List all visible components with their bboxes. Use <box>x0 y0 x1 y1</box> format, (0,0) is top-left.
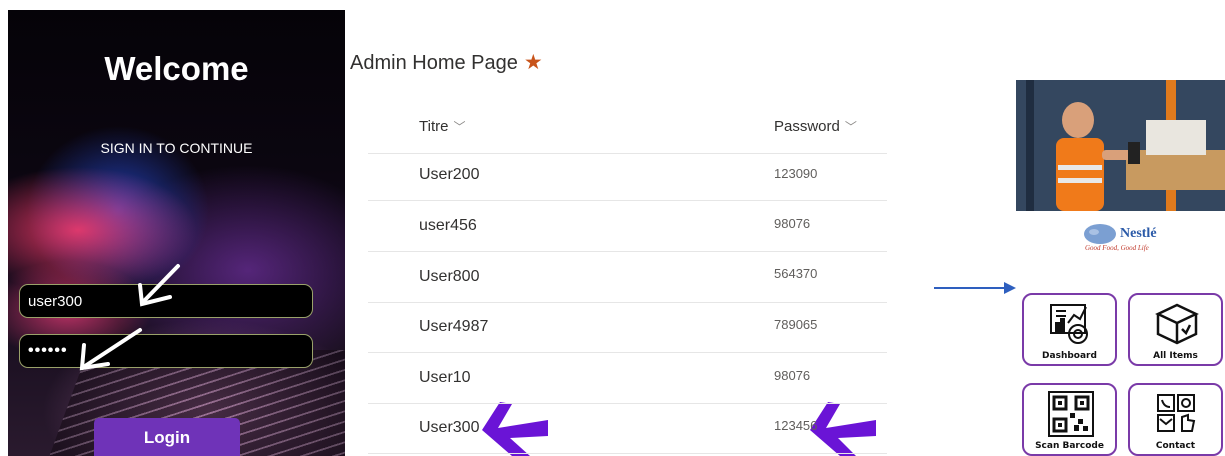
tile-label: Scan Barcode <box>1035 441 1104 451</box>
brand-tagline: Good Food, Good Life <box>1085 244 1149 252</box>
cell-password: 98076 <box>774 216 811 231</box>
page-title-text: Admin Home Page <box>350 52 518 74</box>
warehouse-worker-photo <box>1016 80 1225 211</box>
tile-label: Dashboard <box>1042 351 1097 361</box>
all-items-tile[interactable]: All Items <box>1128 293 1223 366</box>
login-button[interactable]: Login <box>94 418 240 456</box>
blue-pointer-arrow-icon <box>934 282 1016 294</box>
row-divider <box>368 153 887 154</box>
photo-illustration <box>1016 80 1225 211</box>
scan-barcode-tile[interactable]: Scan Barcode <box>1022 383 1117 456</box>
cell-title: User300 <box>419 419 480 436</box>
cell-password: 123456 <box>774 418 818 433</box>
cell-title: User10 <box>419 369 471 386</box>
tile-label: All Items <box>1153 351 1198 361</box>
cell-password: 123090 <box>774 166 818 181</box>
column-header-label: Titre <box>419 118 449 135</box>
row-divider <box>368 302 887 303</box>
cell-password: 564370 <box>774 266 818 281</box>
row-divider <box>368 403 887 404</box>
star-icon[interactable]: ★ <box>524 51 543 74</box>
chevron-down-icon: ﹀ <box>453 120 466 134</box>
page-title: Admin Home Page ★ <box>350 50 543 75</box>
row-divider <box>368 352 887 353</box>
cell-password: 98076 <box>774 368 811 383</box>
column-header-titre[interactable]: Titre ﹀ <box>419 118 465 135</box>
contact-icon <box>1157 394 1196 432</box>
sign-in-subtitle: SIGN IN TO CONTINUE <box>100 140 253 156</box>
purple-arrow-icon <box>810 402 876 456</box>
tile-label: Contact <box>1155 441 1196 451</box>
welcome-title: Welcome <box>104 50 249 87</box>
cell-title: User800 <box>419 268 480 285</box>
dashboard-icon <box>1050 304 1088 344</box>
column-header-password[interactable]: Password ﹀ <box>774 118 857 135</box>
chevron-down-icon: ﹀ <box>844 120 857 134</box>
box-icon <box>1155 303 1199 345</box>
row-divider <box>368 453 887 454</box>
brand-name: Nestlé <box>1120 226 1157 241</box>
purple-arrow-icon <box>482 402 548 456</box>
row-divider <box>368 200 887 201</box>
cell-title: user456 <box>419 217 477 234</box>
cell-title: User200 <box>419 166 480 183</box>
cell-title: User4987 <box>419 318 489 335</box>
contact-tile[interactable]: Contact <box>1128 383 1223 456</box>
login-screen: Welcome SIGN IN TO CONTINUE user300 ••••… <box>8 10 345 456</box>
qr-code-icon <box>1048 391 1094 437</box>
dashboard-tile[interactable]: Dashboard <box>1022 293 1117 366</box>
cell-password: 789065 <box>774 317 818 332</box>
column-header-label: Password <box>774 118 840 135</box>
username-input[interactable]: user300 <box>19 284 313 318</box>
password-input[interactable]: •••••• <box>19 334 313 368</box>
row-divider <box>368 251 887 252</box>
